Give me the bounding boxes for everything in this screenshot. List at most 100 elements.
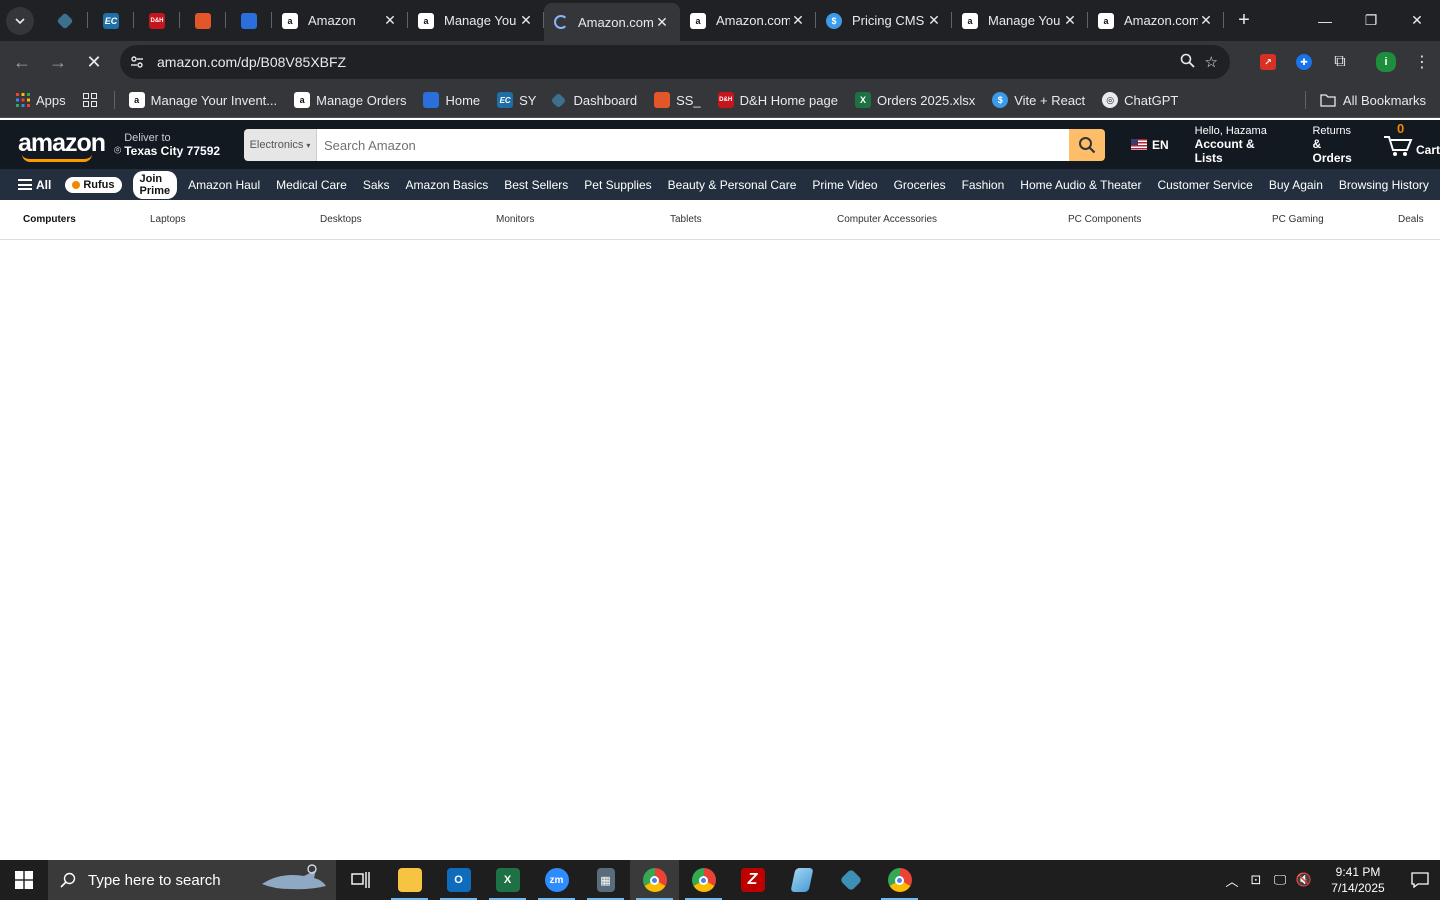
taskbar-zoom[interactable]: zm [532,860,581,900]
network-warning-icon[interactable]: ⊡ [1244,872,1268,888]
bookmark-dh-home[interactable]: D&H D&H Home page [717,92,838,108]
taskbar-chrome-user[interactable] [875,860,924,900]
nav-link-buy-again[interactable]: Buy Again [1269,178,1323,192]
nav-link-medical-care[interactable]: Medical Care [276,178,347,192]
search-button[interactable] [1069,129,1105,161]
search-department-select[interactable]: Electronics ▾ [244,129,317,161]
close-icon[interactable]: ✕ [382,12,398,29]
cart-button[interactable]: 0 Cart [1383,121,1440,157]
nav-all-button[interactable]: All [18,178,51,192]
nav-link-home-audio[interactable]: Home Audio & Theater [1020,178,1141,192]
subnav-laptops[interactable]: Laptops [150,214,186,225]
bookmark-vite-react[interactable]: $ Vite + React [992,92,1085,108]
nav-link-amazon-basics[interactable]: Amazon Basics [406,178,489,192]
bookmark-chatgpt[interactable]: ◎ ChatGPT [1102,92,1178,108]
bookmark-manage-orders[interactable]: a Manage Orders [294,92,406,108]
tab-manage-inventory[interactable]: a Manage You ✕ [408,0,544,41]
nav-link-saks[interactable]: Saks [363,178,390,192]
tab-pricing-cms[interactable]: $ Pricing CMS ✕ [816,0,952,41]
nav-link-amazon-haul[interactable]: Amazon Haul [188,178,260,192]
subnav-computer-accessories[interactable]: Computer Accessories [837,214,937,225]
search-input[interactable] [317,129,1069,161]
subnav-monitors[interactable]: Monitors [496,214,534,225]
clock[interactable]: 9:41 PM 7/14/2025 [1322,864,1394,896]
pinned-tab-4[interactable] [180,0,226,41]
tab-amazon-2[interactable]: a Amazon.com ✕ [680,0,816,41]
nav-link-best-sellers[interactable]: Best Sellers [504,178,568,192]
stop-loading-button[interactable]: ✕ [76,44,112,80]
close-icon[interactable]: ✕ [654,14,670,30]
new-tab-button[interactable]: + [1228,5,1260,37]
tab-search-button[interactable] [6,6,34,35]
tab-amazon-active[interactable]: Amazon.com ✕ [544,3,680,41]
pinned-tab-3[interactable]: D&H [134,0,180,41]
nav-link-prime-video[interactable]: Prime Video [812,178,877,192]
subnav-deals[interactable]: Deals [1398,214,1424,225]
bookmark-ss[interactable]: SS_ [654,92,701,108]
all-bookmarks-button[interactable]: All Bookmarks [1304,91,1426,109]
task-view-button[interactable] [336,860,385,900]
close-icon[interactable]: ✕ [1062,12,1078,29]
amazon-logo[interactable]: amazon [18,126,106,164]
subnav-pc-components[interactable]: PC Components [1068,214,1141,225]
bookmark-home[interactable]: Home [423,92,480,108]
taskbar-calculator[interactable]: ▦ [581,860,630,900]
bookmark-manage-inventory[interactable]: a Manage Your Invent... [128,92,277,108]
taskbar-notepad[interactable] [777,860,826,900]
close-icon[interactable]: ✕ [926,12,942,29]
nav-link-customer-service[interactable]: Customer Service [1157,178,1252,192]
taskbar-chrome-profile[interactable] [679,860,728,900]
profile-button[interactable]: i [1368,44,1404,80]
menu-button[interactable]: ⋮ [1404,44,1440,80]
deliver-to[interactable]: ⌾ Deliver to Texas City 77592 [114,132,220,158]
volume-muted-icon[interactable]: 🔇 [1292,872,1316,888]
bookmark-sy[interactable]: EC SY [497,92,536,108]
taskbar-dashboard-app[interactable] [826,860,875,900]
taskbar-excel[interactable]: X [483,860,532,900]
minimize-button[interactable]: — [1302,0,1348,41]
taskbar-search[interactable]: Type here to search [48,860,336,900]
notifications-button[interactable] [1400,872,1440,888]
start-button[interactable] [0,860,48,900]
back-button[interactable]: ← [4,44,40,80]
pinned-tab-5[interactable] [226,0,272,41]
nav-link-pet-supplies[interactable]: Pet Supplies [584,178,651,192]
nav-link-browsing-history[interactable]: Browsing History [1339,178,1429,192]
join-prime-button[interactable]: Join Prime [132,170,178,199]
tab-amazon[interactable]: a Amazon ✕ [272,0,408,41]
taskbar-chrome[interactable] [630,860,679,900]
nav-link-beauty[interactable]: Beauty & Personal Care [668,178,797,192]
tab-manage-orders[interactable]: a Manage You ✕ [952,0,1088,41]
taskbar-outlook[interactable]: O [434,860,483,900]
chevron-up-icon[interactable]: ︿ [1220,871,1244,890]
zoom-icon[interactable] [1180,53,1195,72]
forward-button[interactable]: → [40,44,76,80]
address-bar[interactable]: amazon.com/dp/B08V85XBFZ ☆ [120,45,1230,79]
nav-link-groceries[interactable]: Groceries [894,178,946,192]
account-lists[interactable]: Hello, Hazama Account & Lists [1195,125,1285,165]
extension-puzzle-blue-button[interactable]: ✚ [1286,44,1322,80]
url-text[interactable]: amazon.com/dp/B08V85XBFZ [157,54,1180,70]
bookmark-tab-groups[interactable] [82,93,97,107]
subnav-tablets[interactable]: Tablets [670,214,702,225]
close-icon[interactable]: ✕ [518,12,534,29]
bookmark-star-icon[interactable]: ☆ [1205,53,1218,72]
site-info-button[interactable] [120,55,154,69]
close-icon[interactable]: ✕ [790,12,806,29]
taskbar-file-explorer[interactable] [385,860,434,900]
tab-amazon-3[interactable]: a Amazon.com ✕ [1088,0,1224,41]
close-window-button[interactable]: ✕ [1394,0,1440,41]
bookmark-apps[interactable]: Apps [16,93,66,108]
extensions-button[interactable]: ⧉ [1322,44,1358,80]
subnav-pc-gaming[interactable]: PC Gaming [1272,214,1324,225]
nav-link-fashion[interactable]: Fashion [962,178,1005,192]
subnav-computers[interactable]: Computers [23,214,76,225]
language-selector[interactable]: EN [1131,138,1169,152]
subnav-desktops[interactable]: Desktops [320,214,362,225]
close-icon[interactable]: ✕ [1198,12,1214,29]
network-icon[interactable]: 🖵 [1268,872,1292,888]
bookmark-dashboard[interactable]: Dashboard [551,92,637,108]
extension-arrow-button[interactable]: ↗ [1250,44,1286,80]
bookmark-orders-xlsx[interactable]: X Orders 2025.xlsx [854,92,975,108]
restore-button[interactable]: ❐ [1348,0,1394,41]
